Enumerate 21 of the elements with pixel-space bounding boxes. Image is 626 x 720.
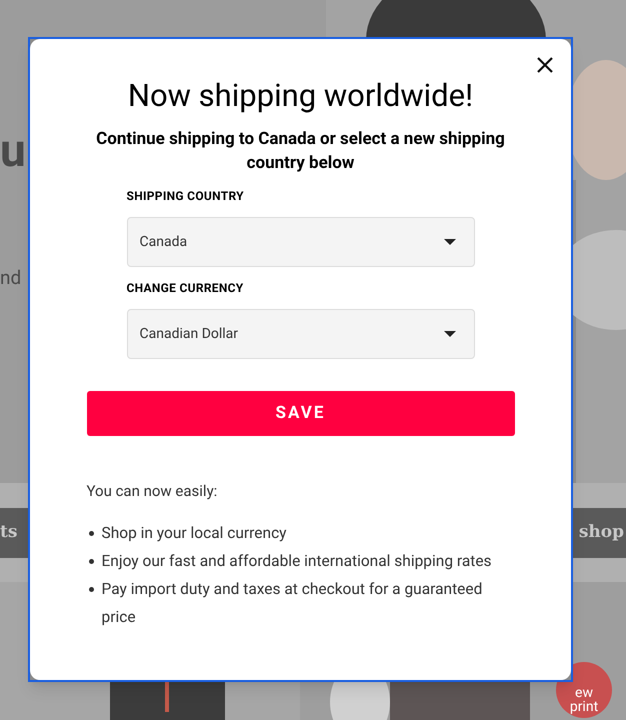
bullet-icon bbox=[88, 587, 94, 592]
bullet-icon bbox=[88, 531, 94, 536]
field-label: CHANGE CURRENCY bbox=[126, 280, 245, 297]
caret-icon bbox=[444, 331, 456, 337]
modal-subtitle: Continue shipping to Canada or select a new shipping country below bbox=[95, 128, 506, 175]
nav-link[interactable]: ts bbox=[0, 520, 18, 546]
save-button[interactable]: SAVE bbox=[86, 391, 514, 436]
nav-link[interactable]: shop bbox=[578, 520, 626, 546]
close-icon bbox=[536, 56, 554, 74]
benefit-text: Shop in your local currency bbox=[102, 523, 287, 544]
field-label: SHIPPING COUNTRY bbox=[126, 188, 245, 205]
select-field[interactable]: Canada bbox=[126, 217, 474, 267]
select-field[interactable]: Canadian Dollar bbox=[126, 309, 474, 359]
modal-title: Now shipping worldwide! bbox=[128, 77, 474, 115]
hero-text: nd bbox=[0, 265, 22, 291]
hero-text: u bbox=[0, 123, 27, 174]
benefit-text: Pay import duty and taxes at checkout for a guaranteed price bbox=[102, 579, 484, 628]
bullet-icon bbox=[88, 559, 94, 564]
intro-text: You can now easily: bbox=[86, 481, 218, 502]
caret-icon bbox=[444, 239, 456, 245]
benefit-text: Enjoy our fast and affordable international shipping rates bbox=[102, 551, 492, 572]
